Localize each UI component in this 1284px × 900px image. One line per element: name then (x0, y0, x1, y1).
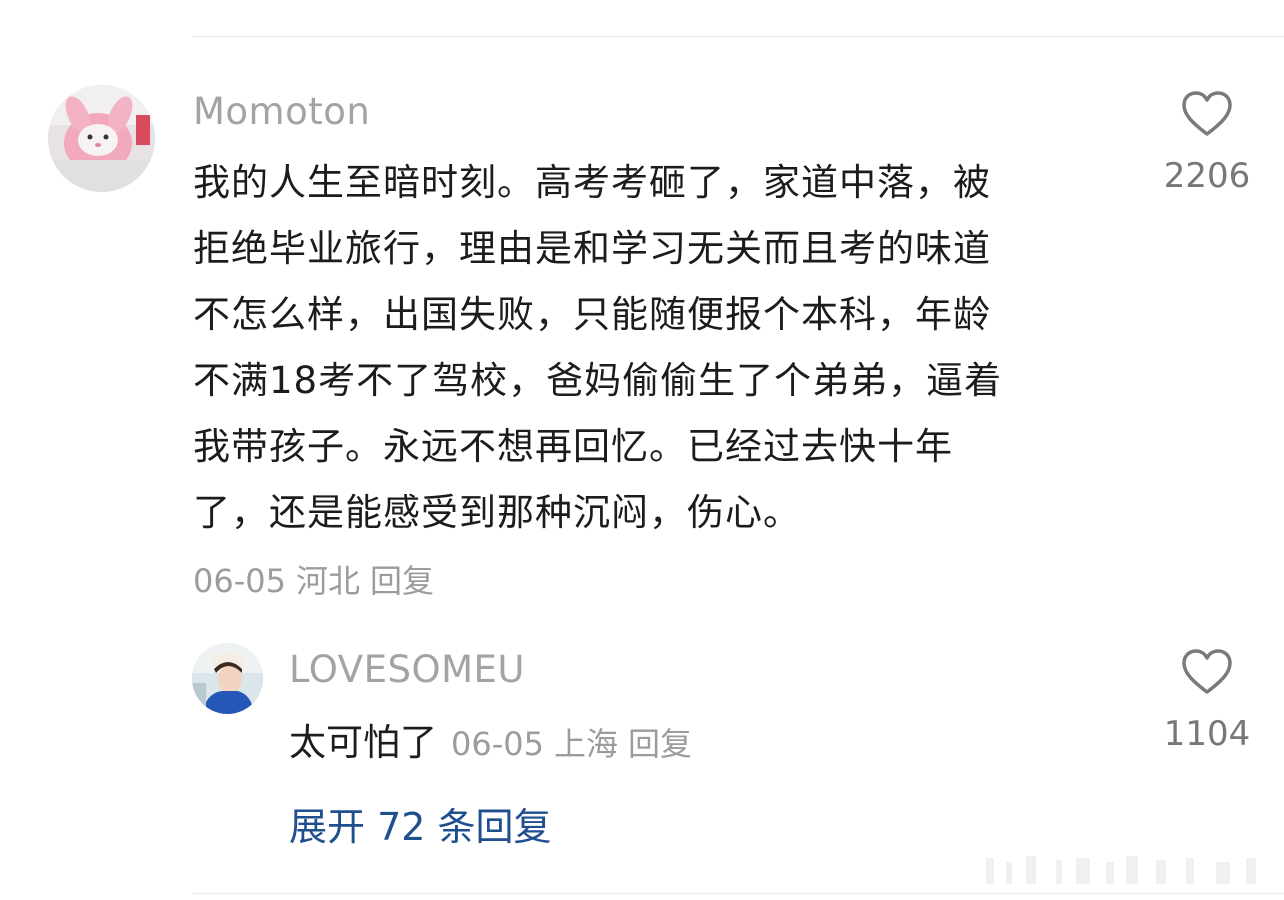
heart-outline-icon (1182, 91, 1232, 136)
avatar[interactable] (48, 85, 155, 192)
reply-text: 太可怕了 (289, 721, 437, 764)
reply-avatar-image (192, 643, 263, 714)
comment-text-line: 不怎么样，出国失败，只能随便报个本科，年龄 (193, 293, 991, 336)
comment-text-line: 了，还是能感受到那种沉闷，伤心。 (193, 491, 801, 534)
heart-outline-icon (1182, 649, 1232, 694)
reply-date: 06-05 (451, 725, 544, 763)
watermark-logo (986, 856, 1256, 884)
comment-text-line: 拒绝毕业旅行，理由是和学习无关而且考的味道 (193, 227, 991, 270)
reply-location: 上海 (553, 725, 618, 763)
avatar-image (48, 85, 155, 192)
reply-like-count: 1104 (1163, 714, 1251, 754)
comment-location: 河北 (295, 562, 360, 600)
comment-username[interactable]: Momoton (193, 90, 370, 133)
comment-text-line: 我带孩子。永远不想再回忆。已经过去快十年 (193, 425, 953, 468)
reply-username[interactable]: LOVESOMEU (289, 648, 525, 691)
comment-text-line: 我的人生至暗时刻。高考考砸了，家道中落，被 (193, 161, 991, 204)
bottom-divider (192, 893, 1284, 894)
comment-text: 我的人生至暗时刻。高考考砸了，家道中落，被 拒绝毕业旅行，理由是和学习无关而且考… (193, 150, 1103, 546)
comment-like-button[interactable]: 2206 (1152, 90, 1262, 196)
expand-replies-button[interactable]: 展开 72 条回复 (289, 796, 552, 851)
reply-content-row: 太可怕了 06-05 上海 回复 (289, 712, 702, 766)
comment-text-line: 不满18考不了驾校，爸妈偷偷生了个弟弟，逼着 (193, 359, 1003, 402)
reply-reply-button[interactable]: 回复 (628, 725, 692, 763)
top-divider (192, 36, 1284, 37)
comment-reply-button[interactable]: 回复 (370, 562, 434, 600)
reply-avatar[interactable] (192, 643, 263, 714)
reply-meta: 06-05 上海 回复 (451, 725, 702, 763)
comment-meta: 06-05 河北 回复 (193, 556, 444, 602)
comment-like-count: 2206 (1163, 156, 1251, 196)
reply-like-button[interactable]: 1104 (1152, 648, 1262, 754)
comment-date: 06-05 (193, 562, 286, 600)
